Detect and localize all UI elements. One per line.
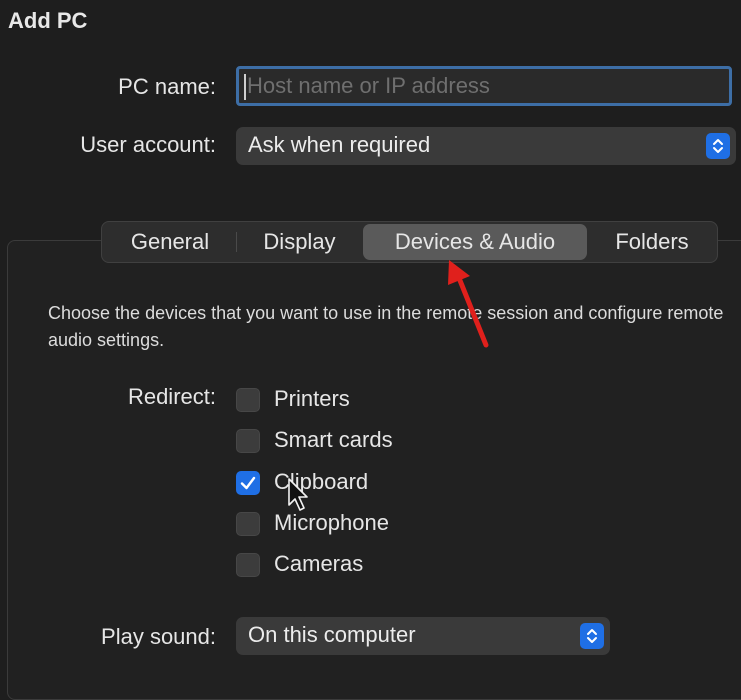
play-sound-value: On this computer (248, 622, 416, 647)
cameras-checkbox[interactable] (236, 553, 260, 577)
annotation-arrow-icon (448, 260, 489, 348)
checkmark-icon (240, 476, 256, 490)
tab-general[interactable]: General (104, 222, 236, 262)
user-account-value: Ask when required (248, 132, 431, 157)
microphone-checkbox[interactable] (236, 512, 260, 536)
window-title: Add PC (8, 8, 88, 33)
tab-bar: General Display Devices & Audio Folders (101, 221, 718, 263)
user-account-select[interactable]: Ask when required (236, 127, 736, 165)
microphone-label: Microphone (274, 510, 389, 535)
updown-chevron-icon (580, 623, 604, 649)
updown-chevron-icon (706, 133, 730, 159)
play-sound-select[interactable]: On this computer (236, 617, 610, 655)
user-account-label: User account: (80, 132, 216, 157)
printers-label: Printers (274, 386, 350, 411)
smart-cards-checkbox[interactable] (236, 429, 260, 453)
pc-name-input[interactable] (236, 66, 732, 106)
mouse-cursor-icon (288, 478, 308, 511)
printers-checkbox[interactable] (236, 388, 260, 412)
pc-name-label: PC name: (118, 74, 216, 99)
clipboard-checkbox[interactable] (236, 471, 260, 495)
tab-folders[interactable]: Folders (588, 222, 716, 262)
cameras-label: Cameras (274, 551, 364, 576)
text-caret (244, 74, 246, 100)
devices-description: Choose the devices that you want to use … (48, 303, 724, 350)
tab-display[interactable]: Display (237, 222, 362, 262)
smart-cards-label: Smart cards (274, 427, 393, 452)
redirect-label: Redirect: (127, 384, 216, 409)
play-sound-label: Play sound: (101, 624, 216, 649)
